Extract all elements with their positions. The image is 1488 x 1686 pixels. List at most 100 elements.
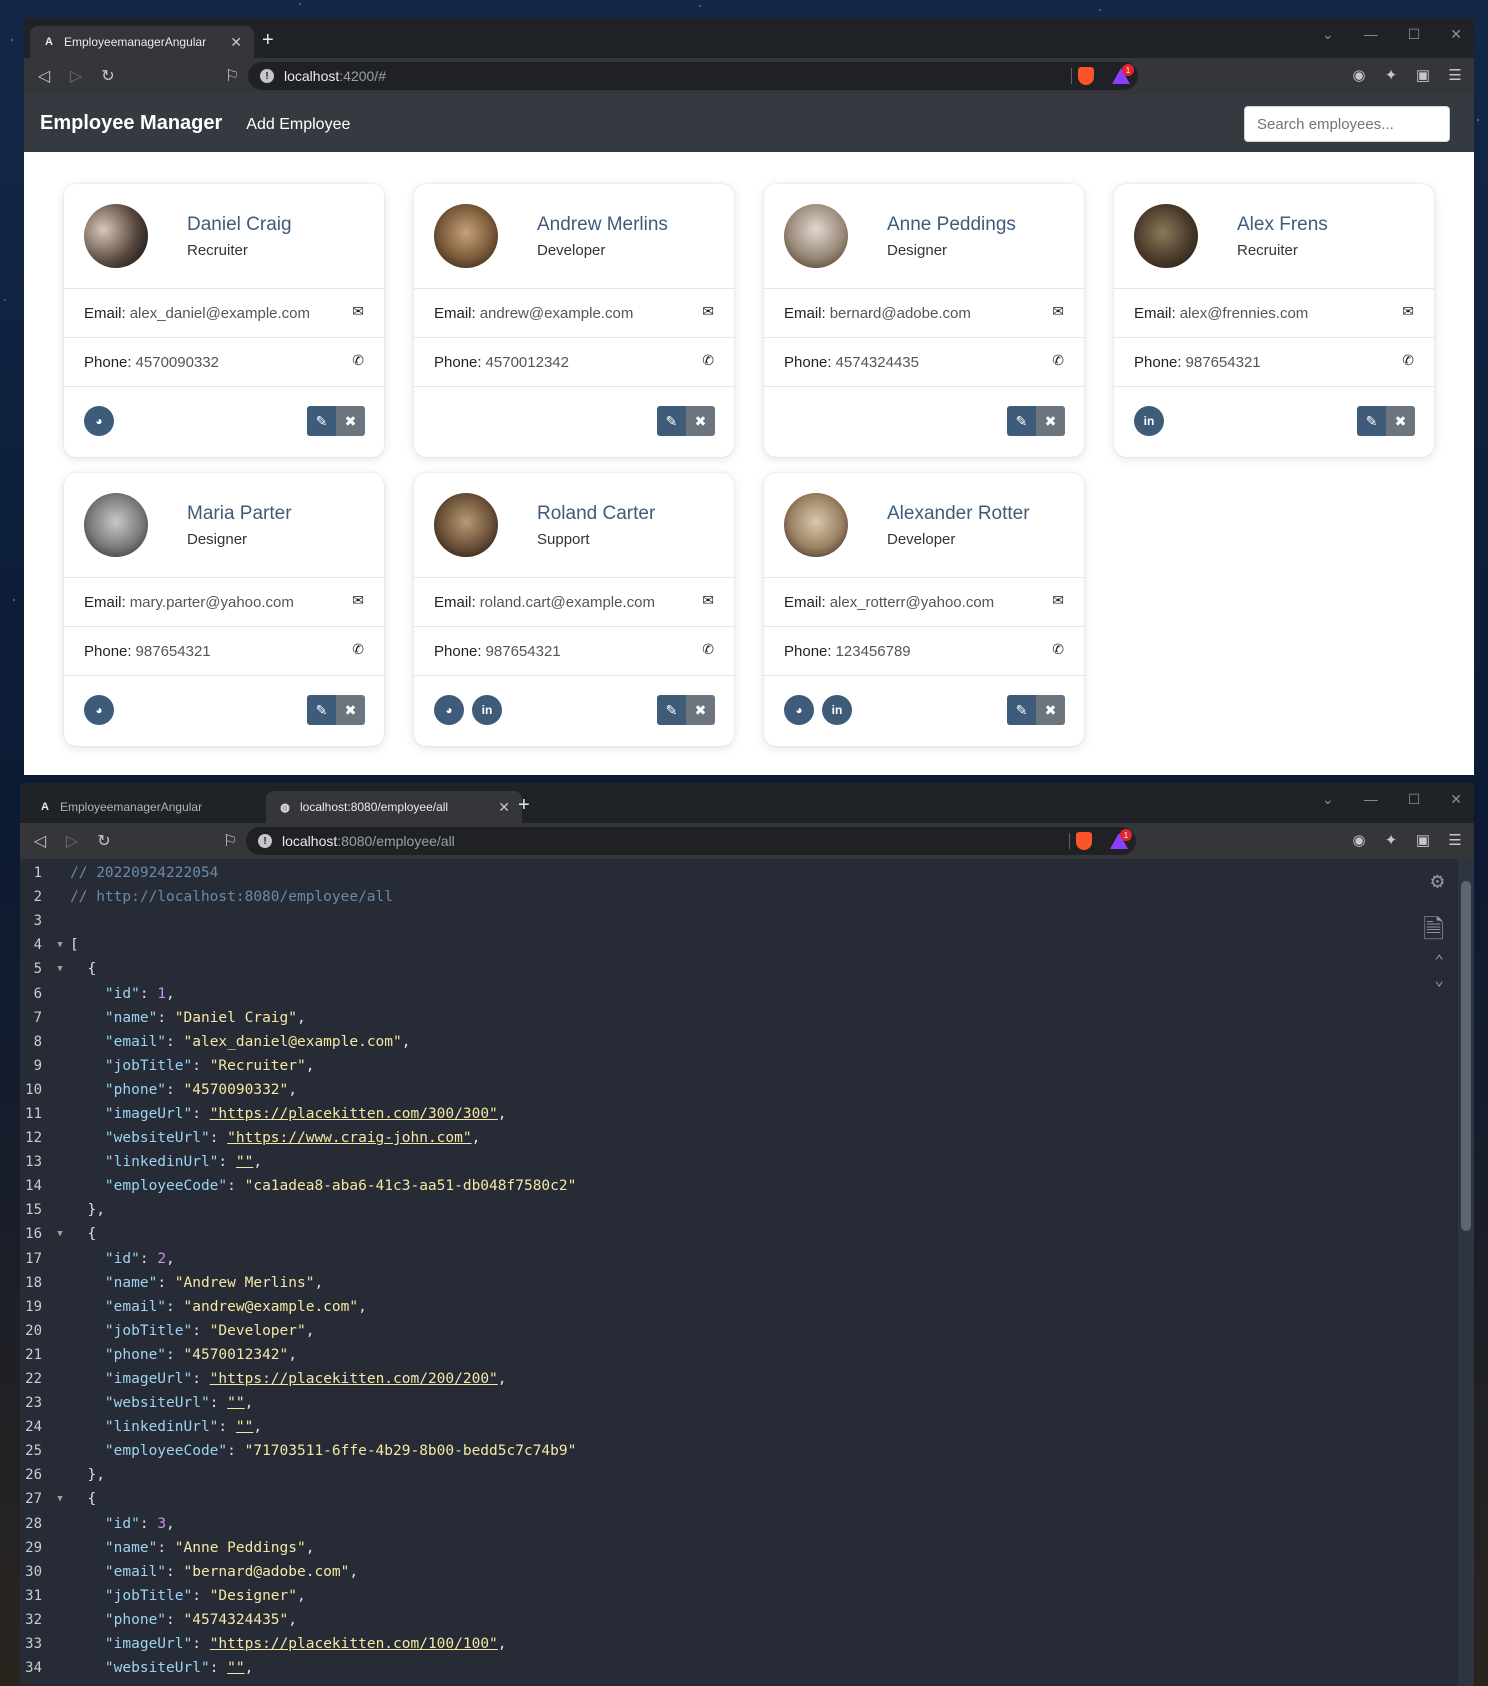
search-input[interactable] [1244,106,1450,142]
edit-button[interactable]: ✎ [1007,695,1036,725]
tab-search-icon[interactable]: ⌄ [1322,26,1334,43]
browser-window-json: A EmployeemanagerAngular ◍ localhost:808… [20,783,1474,1686]
bookmark-icon[interactable]: ⚐ [216,66,248,86]
line-number: 15 [25,1202,42,1219]
delete-button[interactable]: ✖ [1036,406,1065,436]
edit-button[interactable]: ✎ [307,406,336,436]
delete-button[interactable]: ✖ [686,695,715,725]
linkedin-icon[interactable]: in [472,695,502,725]
minimize-button[interactable]: — [1364,26,1378,43]
edit-button[interactable]: ✎ [657,695,686,725]
collapse-arrows-icon[interactable]: ⌃ ⌄ [1434,951,1444,989]
brave-shields-icon[interactable] [1078,67,1094,85]
fold-toggle-icon[interactable]: ▼ [50,940,70,950]
fold-toggle-icon[interactable]: ▼ [50,1229,70,1239]
close-window-button[interactable]: ✕ [1450,26,1462,43]
close-tab-icon[interactable]: ✕ [230,34,242,51]
delete-button[interactable]: ✖ [686,406,715,436]
tab-title: EmployeemanagerAngular [64,35,207,49]
reload-icon[interactable]: ↻ [92,66,124,86]
email-value: roland.cart@example.com [479,593,655,611]
line-number: 33 [25,1636,42,1653]
add-employee-link[interactable]: Add Employee [246,116,350,134]
edit-button[interactable]: ✎ [1007,406,1036,436]
edit-button[interactable]: ✎ [1357,406,1386,436]
minimize-button[interactable]: — [1364,791,1378,808]
json-line: 32 "phone": "4574324435", [20,1608,1474,1632]
address-bar[interactable]: ! localhost:4200/# 1 [248,62,1138,90]
scrollbar[interactable] [1458,859,1474,1686]
extension-cursor-icon[interactable]: ◉ [1350,66,1368,84]
info-icon[interactable]: ! [260,69,274,83]
email-value: alex_rotterr@yahoo.com [829,593,995,611]
card-footer: ◕ ✎ ✖ [64,676,384,745]
back-icon[interactable]: ◁ [28,66,60,86]
line-number: 13 [25,1154,42,1171]
delete-button[interactable]: ✖ [1036,695,1065,725]
tab-search-icon[interactable]: ⌄ [1322,791,1334,808]
email-row: Email: bernard@adobe.com ✉ [764,289,1084,338]
json-line: 31 "jobTitle": "Designer", [20,1584,1474,1608]
json-line-text: "phone": "4570012342", [104,1346,297,1363]
tab-app[interactable]: A EmployeemanagerAngular [26,791,252,823]
raw-file-icon[interactable]: 🗎 [1423,911,1444,955]
website-icon[interactable]: ◕ [434,695,464,725]
address-bar[interactable]: ! localhost:8080/employee/all 1 [246,827,1136,855]
json-line-text: { [70,961,97,978]
info-icon[interactable]: ! [258,834,272,848]
linkedin-icon[interactable]: in [822,695,852,725]
line-number: 31 [25,1587,42,1604]
phone-icon: ✆ [1052,352,1064,368]
linkedin-icon[interactable]: in [1134,406,1164,436]
tab-json[interactable]: ◍ localhost:8080/employee/all ✕ [266,791,522,823]
maximize-button[interactable]: ☐ [1408,791,1421,808]
reload-icon[interactable]: ↻ [88,831,120,851]
json-line: 5 ▼ { [20,957,1474,981]
extension-cursor-icon[interactable]: ◉ [1350,831,1368,849]
json-line-text: "name": "Andrew Merlins", [104,1274,324,1291]
close-tab-icon[interactable]: ✕ [498,799,510,816]
json-line: 1 // 20220924222054 [20,861,1474,885]
json-line-text: }, [70,1202,105,1219]
json-line-text: "id": 1, [104,985,175,1002]
maximize-button[interactable]: ☐ [1408,26,1421,43]
window-controls: ⌄ — ☐ ✕ [1322,26,1462,43]
extensions-icon[interactable]: ✦ [1382,831,1400,849]
rewards-badge: 1 [1120,829,1132,841]
json-line-text: "email": "bernard@adobe.com", [104,1563,359,1580]
menu-icon[interactable]: ☰ [1446,831,1464,849]
forward-icon[interactable]: ▷ [56,831,88,851]
employee-job: Developer [887,531,956,548]
json-line-text: // 20220924222054 [70,865,219,882]
bookmark-icon[interactable]: ⚐ [214,831,246,851]
json-line-text: "jobTitle": "Recruiter", [104,1057,315,1074]
extensions-icon[interactable]: ✦ [1382,66,1400,84]
brand-title[interactable]: Employee Manager [40,112,222,135]
edit-button[interactable]: ✎ [307,695,336,725]
fold-toggle-icon[interactable]: ▼ [50,964,70,974]
website-icon[interactable]: ◕ [84,695,114,725]
close-window-button[interactable]: ✕ [1450,791,1462,808]
delete-button[interactable]: ✖ [1386,406,1415,436]
brave-shields-icon[interactable] [1076,832,1092,850]
delete-button[interactable]: ✖ [336,695,365,725]
scrollbar-thumb[interactable] [1461,881,1471,1231]
wallet-icon[interactable]: ▣ [1414,66,1432,84]
website-icon[interactable]: ◕ [784,695,814,725]
new-tab-button[interactable]: + [518,795,530,815]
fold-toggle-icon[interactable]: ▼ [50,1494,70,1504]
settings-gear-icon[interactable]: ⚙ [1431,869,1444,894]
delete-button[interactable]: ✖ [336,406,365,436]
new-tab-button[interactable]: + [262,30,274,50]
employee-job: Support [537,531,590,548]
tab-app[interactable]: A EmployeemanagerAngular ✕ [30,26,254,58]
wallet-icon[interactable]: ▣ [1414,831,1432,849]
menu-icon[interactable]: ☰ [1446,66,1464,84]
edit-button[interactable]: ✎ [657,406,686,436]
tab-strip: A EmployeemanagerAngular ◍ localhost:808… [20,783,1474,823]
back-icon[interactable]: ◁ [24,831,56,851]
website-icon[interactable]: ◕ [84,406,114,436]
json-line-text: "jobTitle": "Developer", [104,1322,315,1339]
forward-icon[interactable]: ▷ [60,66,92,86]
line-number: 7 [33,1009,42,1026]
